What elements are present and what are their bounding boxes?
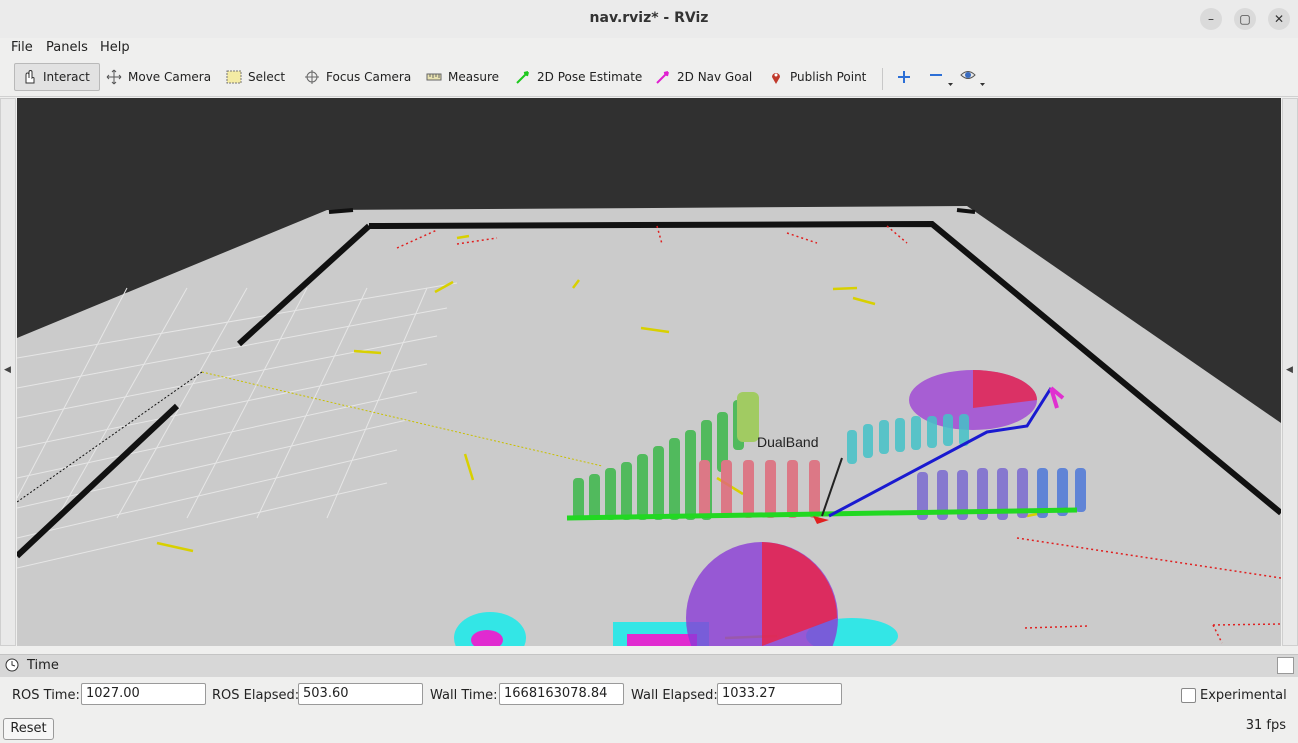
move-camera-button[interactable]: Move Camera <box>100 63 217 91</box>
ros-elapsed-field[interactable]: 503.60 <box>298 683 423 705</box>
maximize-button[interactable]: ▢ <box>1234 8 1256 30</box>
green-arrow-icon <box>516 71 529 84</box>
eye-icon <box>960 71 985 86</box>
publish-point-label: Publish Point <box>790 70 867 84</box>
select-box-icon <box>226 70 242 84</box>
left-dock-collapser[interactable]: ◀ <box>0 98 16 646</box>
plus-icon <box>898 71 910 83</box>
focus-camera-button[interactable]: Focus Camera <box>298 63 417 91</box>
ruler-icon <box>426 73 442 81</box>
title-bar: nav.rviz* - RViz – ▢ ✕ <box>0 0 1298 39</box>
wall-time-field[interactable]: 1668163078.84 <box>499 683 624 705</box>
ros-time-field[interactable]: 1027.00 <box>81 683 206 705</box>
interact-tool-button[interactable]: Interact <box>14 63 100 91</box>
close-button[interactable]: ✕ <box>1268 8 1290 30</box>
measure-button[interactable]: Measure <box>420 63 505 91</box>
select-label: Select <box>248 70 286 84</box>
menu-help[interactable]: Help <box>100 40 130 55</box>
scene-render: DualBand <box>17 98 1281 646</box>
render-viewport[interactable]: DualBand <box>17 98 1281 646</box>
clock-icon <box>5 658 19 672</box>
focus-camera-label: Focus Camera <box>326 70 412 84</box>
menu-file[interactable]: File <box>11 40 33 55</box>
experimental-checkbox[interactable] <box>1181 688 1196 703</box>
right-dock-collapser[interactable]: ◀ <box>1282 98 1298 646</box>
move-camera-label: Move Camera <box>128 70 212 84</box>
window-title: nav.rviz* - RViz <box>589 10 709 26</box>
time-panel-header: Time <box>0 654 1298 677</box>
left-arrow-icon: ◀ <box>4 365 11 375</box>
hand-pointer-icon <box>25 69 35 84</box>
minimize-button[interactable]: – <box>1200 8 1222 30</box>
map-pin-icon <box>772 73 780 84</box>
pose-estimate-button[interactable]: 2D Pose Estimate <box>509 63 648 91</box>
undock-button[interactable] <box>1277 657 1294 674</box>
nav-goal-label: 2D Nav Goal <box>677 70 753 84</box>
move-arrows-icon <box>106 69 122 85</box>
reset-button[interactable]: Reset <box>3 718 54 740</box>
crosshair-icon <box>305 70 319 84</box>
wall-elapsed-label: Wall Elapsed: <box>631 688 718 703</box>
time-panel-title: Time <box>27 658 59 673</box>
add-tool-button[interactable] <box>890 63 918 91</box>
toolbar: Interact Move Camera Select Focus Camera… <box>0 60 1298 97</box>
interact-label: Interact <box>43 70 90 84</box>
pose-estimate-label: 2D Pose Estimate <box>537 70 643 84</box>
wall-time-label: Wall Time: <box>430 688 498 703</box>
experimental-label: Experimental <box>1200 688 1287 703</box>
measure-label: Measure <box>448 70 499 84</box>
menu-panels[interactable]: Panels <box>46 40 88 55</box>
nav-goal-button[interactable]: 2D Nav Goal <box>649 63 758 91</box>
magenta-arrow-icon <box>656 71 669 84</box>
ros-elapsed-label: ROS Elapsed: <box>212 688 300 703</box>
tool-properties-button[interactable] <box>954 63 994 91</box>
select-button[interactable]: Select <box>220 63 291 91</box>
menu-bar: File Panels Help <box>0 38 1298 60</box>
publish-point-button[interactable]: Publish Point <box>762 63 872 91</box>
minus-icon <box>930 74 953 86</box>
dualband-label: DualBand <box>757 434 819 450</box>
toolbar-separator <box>882 68 883 90</box>
fps-counter: 31 fps <box>1245 718 1286 733</box>
right-arrow-icon: ◀ <box>1286 365 1293 375</box>
wall-elapsed-field[interactable]: 1033.27 <box>717 683 842 705</box>
ros-time-label: ROS Time: <box>12 688 80 703</box>
